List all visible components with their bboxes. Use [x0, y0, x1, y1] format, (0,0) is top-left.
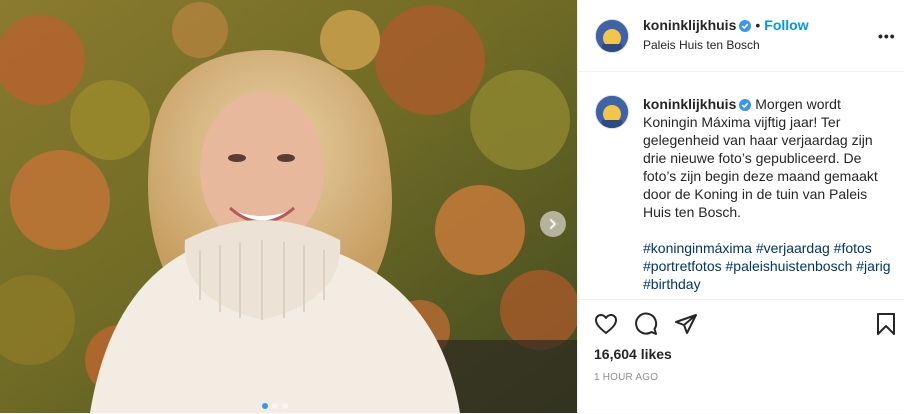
heart-icon[interactable]	[594, 312, 618, 336]
username[interactable]: koninklijkhuis	[643, 17, 736, 33]
post-caption: koninklijkhuis Morgen wordt Koningin Máx…	[643, 95, 893, 221]
hashtag[interactable]: #paleishuistenbosch	[726, 258, 853, 274]
carousel-next-button[interactable]	[540, 211, 566, 237]
post-header: koninklijkhuis • Follow Paleis Huis ten Bo…	[578, 0, 904, 72]
caption-username[interactable]: koninklijkhuis	[643, 96, 736, 112]
likes-count[interactable]: 16,604 likes	[594, 346, 672, 362]
avatar-image	[596, 96, 628, 128]
separator: •	[755, 17, 761, 33]
avatar[interactable]	[595, 19, 629, 53]
carousel-indicator	[262, 403, 288, 409]
hashtag-list: #koninginmáxima #verjaardag #fotos #port…	[643, 239, 893, 293]
hashtag[interactable]: #birthday	[643, 276, 701, 292]
comment-icon[interactable]	[634, 312, 658, 336]
caption-text: Morgen wordt Koningin Máxima vijftig jaa…	[643, 96, 878, 220]
post-location[interactable]: Paleis Huis ten Bosch	[643, 38, 760, 52]
hashtag[interactable]: #jarig	[856, 258, 890, 274]
hashtag[interactable]: #fotos	[834, 240, 872, 256]
verified-badge-icon	[739, 19, 752, 32]
avatar-image	[596, 20, 628, 52]
more-options-icon[interactable]: •••	[878, 28, 896, 44]
caption-avatar[interactable]	[595, 95, 629, 129]
hashtag[interactable]: #koninginmáxima	[643, 240, 752, 256]
carousel-dot	[272, 403, 278, 409]
portrait-photo	[0, 0, 577, 413]
follow-button[interactable]: Follow	[764, 17, 808, 33]
carousel-dot-active	[262, 403, 268, 409]
post-timestamp[interactable]: 1 HOUR AGO	[594, 372, 658, 383]
share-icon[interactable]	[674, 312, 698, 336]
bookmark-icon[interactable]	[874, 312, 898, 336]
carousel-dot	[282, 403, 288, 409]
post-photo[interactable]	[0, 0, 577, 413]
chevron-right-icon	[550, 219, 557, 229]
post-details-panel: koninklijkhuis • Follow Paleis Huis ten Bo…	[577, 0, 904, 413]
hashtag[interactable]: #portretfotos	[643, 258, 722, 274]
hashtag[interactable]: #verjaardag	[756, 240, 830, 256]
verified-badge-icon	[739, 99, 752, 112]
